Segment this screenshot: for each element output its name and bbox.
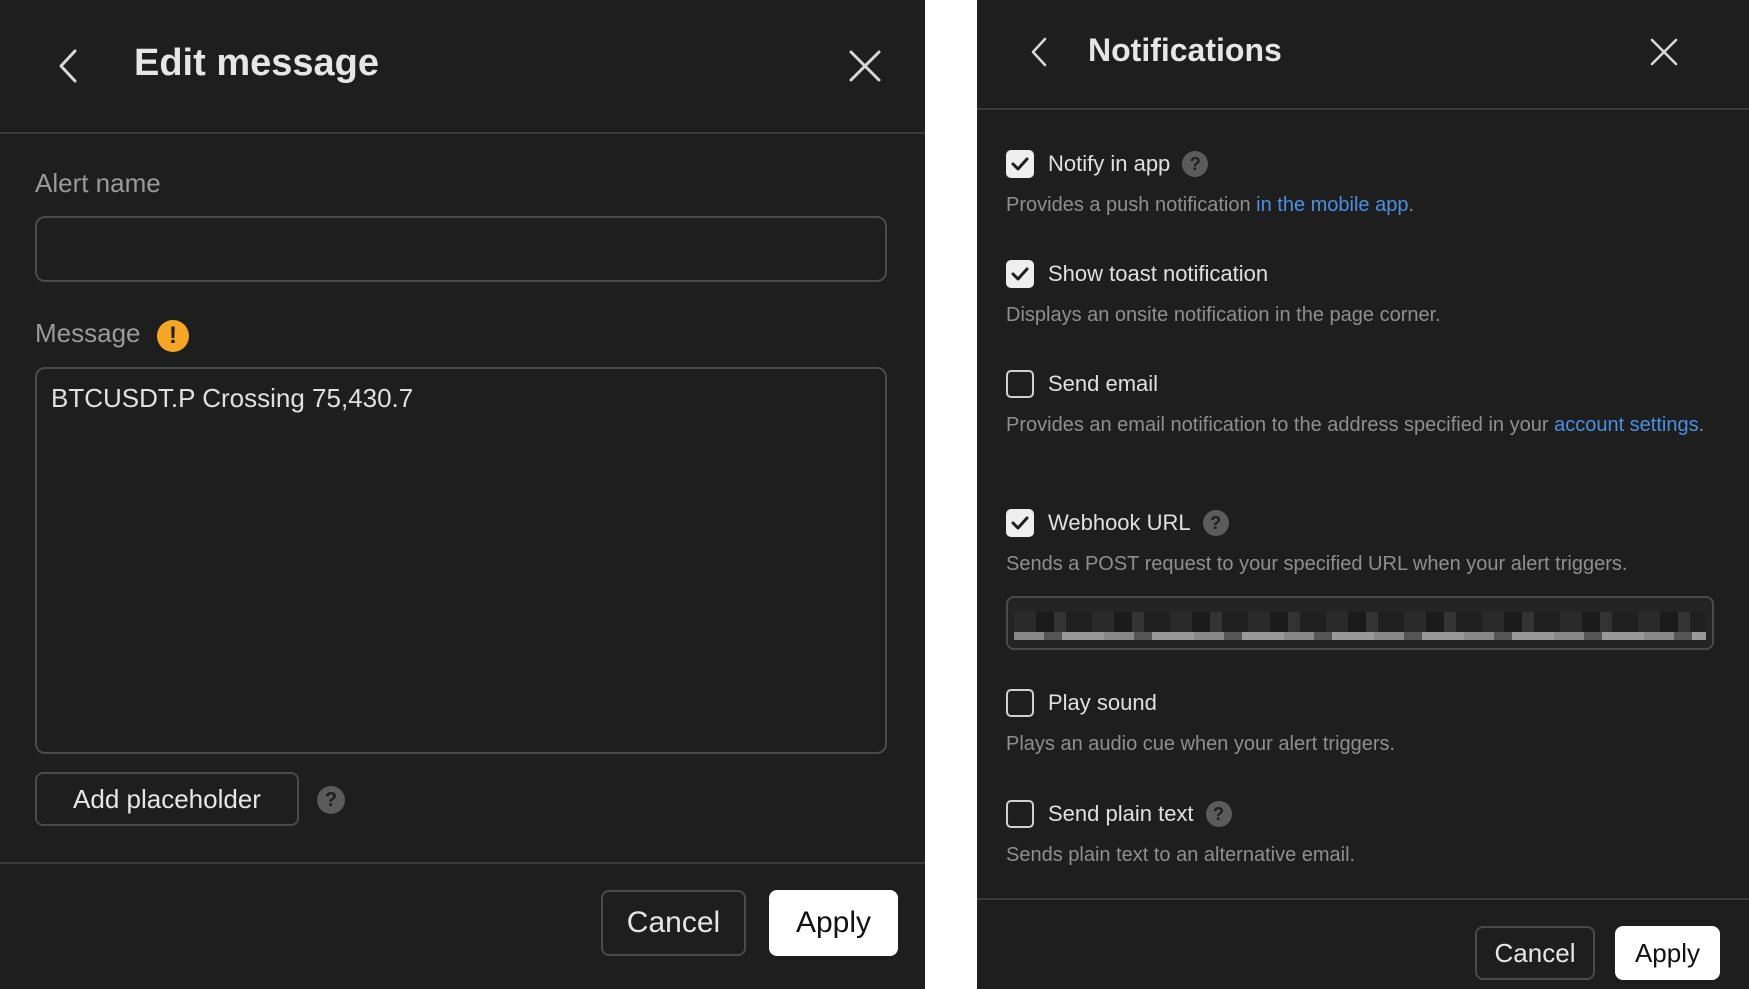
message-textarea[interactable]: BTCUSDT.P Crossing 75,430.7 [35,367,887,754]
apply-label: Apply [795,906,872,939]
notifications-panel: Notifications Notify in app ? Provides a… [977,0,1749,989]
show-toast-label: Show toast notification [1048,261,1269,286]
back-button[interactable] [1021,32,1057,72]
send-plain-text-label: Send plain text [1048,801,1194,826]
option-play-sound: Play sound Plays an audio cue when your … [1006,688,1706,759]
page-title: Notifications [1088,32,1282,68]
redacted-url [1014,612,1706,640]
webhook-url-input[interactable] [1006,596,1714,650]
apply-button[interactable]: Apply [769,890,898,956]
chevron-left-icon [1031,37,1047,67]
notify-in-app-checkbox[interactable] [1006,150,1034,178]
mobile-app-link[interactable]: in the mobile app [1256,194,1408,216]
webhook-url-checkbox[interactable] [1006,509,1034,537]
apply-button[interactable]: Apply [1615,926,1720,980]
send-plain-text-checkbox[interactable] [1006,800,1034,828]
play-sound-description: Plays an audio cue when your alert trigg… [1006,733,1396,755]
option-notify-in-app: Notify in app ? Provides a push notifica… [1006,149,1706,220]
desc-text: Provides a push notification [1006,194,1257,216]
option-webhook-url: Webhook URL ? Sends a POST request to yo… [1006,508,1706,579]
close-icon [1650,38,1678,66]
apply-label: Apply [1634,937,1701,968]
close-button[interactable] [840,44,890,88]
send-email-description: Provides an email notification to the ad… [1006,411,1706,440]
webhook-url-label: Webhook URL [1048,510,1191,535]
chevron-left-icon [59,49,77,83]
send-plain-text-description: Sends plain text to an alternative email… [1006,844,1356,866]
play-sound-label: Play sound [1048,690,1157,715]
cancel-button[interactable]: Cancel [1475,926,1595,980]
add-placeholder-label: Add placeholder [73,783,261,814]
header-divider [977,108,1749,110]
page-title: Edit message [134,42,379,84]
header-divider [0,132,925,134]
footer-divider [0,862,925,864]
checkmark-icon [1011,267,1029,281]
send-email-label: Send email [1048,371,1159,396]
checkmark-icon [1011,516,1029,530]
play-sound-checkbox[interactable] [1006,689,1034,717]
message-text: BTCUSDT.P Crossing 75,430.7 [51,383,414,413]
help-icon[interactable]: ? [1205,801,1232,827]
warning-icon: ! [157,320,189,352]
notify-in-app-label: Notify in app [1048,151,1171,176]
message-label: Message [35,318,141,348]
help-icon[interactable]: ? [1202,510,1229,536]
footer-divider [977,898,1749,900]
cancel-label: Cancel [626,906,721,939]
send-email-checkbox[interactable] [1006,370,1034,398]
option-show-toast: Show toast notification Displays an onsi… [1006,259,1706,330]
alert-name-input[interactable] [35,216,887,282]
show-toast-checkbox[interactable] [1006,260,1034,288]
show-toast-description: Displays an onsite notification in the p… [1006,304,1441,326]
desc-text-after: . [1408,194,1415,216]
option-send-plain-text: Send plain text ? Sends plain text to an… [1006,799,1706,870]
checkmark-icon [1011,157,1029,171]
back-button[interactable] [48,44,88,88]
cancel-label: Cancel [1494,937,1576,968]
alert-name-label: Alert name [35,168,161,198]
desc-text-after: . [1698,414,1705,436]
help-icon[interactable]: ? [317,786,345,814]
notify-in-app-description: Provides a push notification in the mobi… [1006,191,1706,220]
account-settings-link[interactable]: account settings [1554,414,1699,436]
add-placeholder-button[interactable]: Add placeholder [35,772,299,826]
help-icon[interactable]: ? [1182,151,1209,177]
webhook-url-description: Sends a POST request to your specified U… [1006,553,1628,575]
close-icon [849,50,881,82]
option-send-email: Send email Provides an email notificatio… [1006,369,1706,440]
close-button[interactable] [1641,32,1687,72]
edit-message-panel: Edit message Alert name Message ! BTCUSD… [0,0,925,989]
desc-text: Provides an email notification to the ad… [1006,414,1555,436]
cancel-button[interactable]: Cancel [601,890,746,956]
